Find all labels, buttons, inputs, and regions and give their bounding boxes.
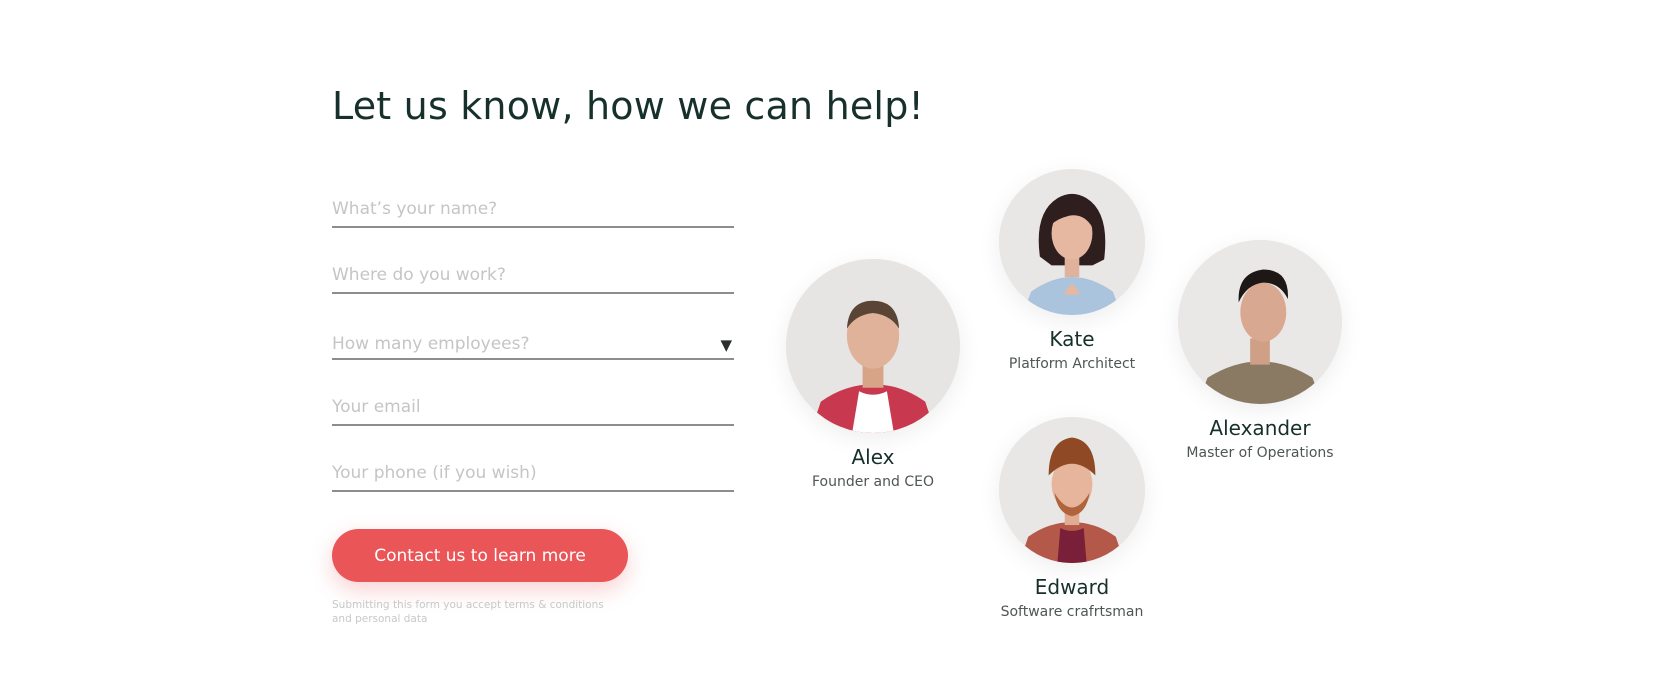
person-photo-edward	[999, 417, 1145, 563]
phone-input[interactable]	[332, 452, 734, 488]
person-photo-alex	[786, 259, 960, 433]
employees-select-placeholder: How many employees?	[332, 334, 530, 354]
page-title: Let us know, how we can help!	[332, 84, 924, 128]
team-member-alexander: Alexander Master of Operations	[1175, 240, 1345, 461]
person-photo-kate	[999, 169, 1145, 315]
contact-submit-button[interactable]: Contact us to learn more	[332, 529, 628, 582]
form-disclaimer: Submitting this form you accept terms & …	[332, 599, 604, 625]
avatar-alexander	[1178, 240, 1342, 404]
email-input[interactable]	[332, 386, 734, 422]
name-input[interactable]	[332, 188, 734, 224]
employees-select[interactable]: How many employees? ▼	[332, 320, 734, 360]
person-photo-alexander	[1178, 240, 1342, 404]
team-member-role: Platform Architect	[1008, 356, 1136, 372]
team-member-name: Kate	[1049, 327, 1095, 351]
team-member-kate: Kate Platform Architect	[992, 169, 1152, 372]
team-member-role: Software crafrtsman	[1000, 604, 1144, 620]
team-member-name: Alexander	[1209, 416, 1311, 440]
caret-down-icon: ▼	[720, 336, 732, 354]
team-member-role: Master of Operations	[1186, 445, 1334, 461]
company-input[interactable]	[332, 254, 734, 290]
company-field-wrap	[332, 254, 734, 294]
email-field-wrap	[332, 386, 734, 426]
team-member-alex: Alex Founder and CEO	[785, 259, 961, 490]
avatar-edward	[999, 417, 1145, 563]
contact-form: How many employees? ▼	[332, 188, 734, 518]
team-member-edward: Edward Software crafrtsman	[992, 417, 1152, 620]
phone-field-wrap	[332, 452, 734, 492]
avatar-alex	[786, 259, 960, 433]
team-member-name: Alex	[851, 445, 895, 469]
team-member-role: Founder and CEO	[811, 474, 934, 490]
name-field-wrap	[332, 188, 734, 228]
avatar-kate	[999, 169, 1145, 315]
team-member-name: Edward	[1034, 575, 1110, 599]
